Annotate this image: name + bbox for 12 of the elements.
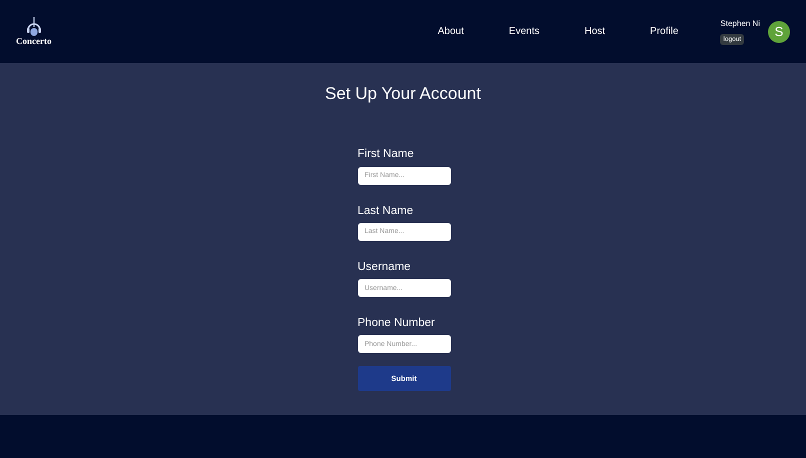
nav-link[interactable]: Host	[584, 24, 606, 39]
guitar-logo-icon	[24, 17, 43, 37]
nav-link[interactable]: About	[438, 24, 464, 39]
user-name: Stephen Ni	[720, 18, 760, 30]
field-label: First Name	[358, 147, 415, 162]
field-label: Last Name	[358, 204, 414, 219]
nav-link[interactable]: Profile	[650, 24, 678, 39]
field-label: Phone Number	[358, 316, 436, 332]
field-label: Username	[358, 260, 412, 275]
nav-link[interactable]: Events	[508, 24, 540, 39]
page-title: Set Up Your Account	[325, 84, 481, 104]
logo-text: Concerto	[16, 37, 52, 46]
